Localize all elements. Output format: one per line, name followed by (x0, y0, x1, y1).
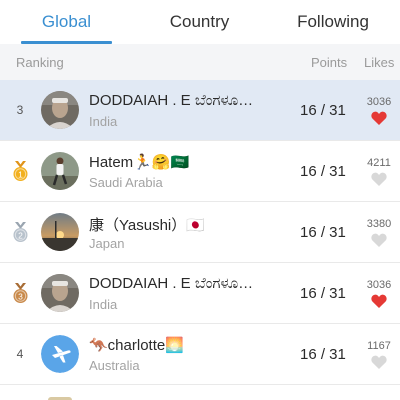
user-country: India (89, 297, 118, 312)
user-name[interactable]: 康（Yasushi）🇯🇵 (89, 214, 289, 235)
tab-following[interactable]: Following (266, 0, 400, 44)
like-heart-icon[interactable] (371, 111, 387, 125)
like-heart-icon[interactable] (371, 172, 387, 186)
leaderboard-row[interactable]: 1 Hatem🏃🤗🇸🇦 Saudi Arabia 16 / 31 4211 (0, 141, 400, 202)
points-value: 16 / 31 (300, 345, 346, 363)
likes-count: 3380 (366, 218, 392, 230)
svg-text:1: 1 (18, 169, 23, 179)
leaderboard-list: 3 DODDAIAH . E ಬೆಂಗಳೂ… India 16 / 31 3036 1 Ha… (0, 80, 400, 385)
points-value: 16 / 31 (300, 101, 346, 119)
likes-header: Likes (364, 55, 395, 70)
leaderboard-row[interactable]: 2 康（Yasushi）🇯🇵 Japan 16 / 31 3380 (0, 202, 400, 263)
points-value: 16 / 31 (300, 162, 346, 180)
my-rank-row[interactable]: 3 DODDAIAH . E ಬೆಂಗಳೂ… India 16 / 31 3036 (0, 80, 400, 141)
list-header: Ranking Points Likes (0, 44, 400, 80)
leaderboard-row[interactable]: 3 DODDAIAH . E ಬೆಂಗಳೂ… India 16 / 31 3036 (0, 263, 400, 324)
user-country: Australia (89, 358, 140, 373)
rank-number: 3 (16, 103, 24, 117)
avatar[interactable] (41, 152, 79, 190)
tab-global[interactable]: Global (0, 0, 133, 44)
gold-medal-icon: 1 (4, 141, 36, 201)
likes-count: 4211 (367, 157, 391, 169)
likes-count: 3036 (366, 96, 392, 108)
silver-medal-icon: 2 (4, 202, 36, 262)
leaderboard-row[interactable]: 4 🦘charlotte🌅 Australia 16 / 31 1167 (0, 324, 400, 385)
user-country: Japan (89, 236, 125, 251)
tab-country[interactable]: Country (133, 0, 266, 44)
ranking-header: Ranking (16, 55, 64, 70)
like-heart-icon[interactable] (371, 233, 387, 247)
points-value: 16 / 31 (300, 284, 346, 302)
points-value: 16 / 31 (300, 223, 346, 241)
likes-count: 1167 (367, 340, 391, 352)
likes-count: 3036 (366, 279, 392, 291)
leaderboard-tabs: Global Country Following (0, 0, 400, 44)
airplane-avatar-icon[interactable] (41, 335, 79, 373)
user-name[interactable]: DODDAIAH . E ಬೆಂಗಳೂ… (89, 275, 289, 292)
svg-text:3: 3 (18, 291, 23, 301)
user-name[interactable]: DODDAIAH . E ಬೆಂಗಳೂ… (89, 92, 289, 109)
avatar[interactable] (41, 274, 79, 312)
bronze-medal-icon: 3 (4, 263, 36, 323)
user-name[interactable]: 🦘charlotte🌅 (89, 336, 289, 354)
like-heart-icon[interactable] (371, 294, 387, 308)
avatar[interactable] (41, 213, 79, 251)
user-country: Saudi Arabia (89, 175, 163, 190)
user-country: India (89, 114, 118, 129)
like-heart-icon[interactable] (371, 355, 387, 369)
points-header: Points (311, 55, 348, 70)
rank-number: 4 (16, 347, 24, 361)
avatar[interactable] (41, 91, 79, 129)
user-name[interactable]: Hatem🏃🤗🇸🇦 (89, 153, 289, 171)
svg-text:2: 2 (18, 230, 23, 240)
